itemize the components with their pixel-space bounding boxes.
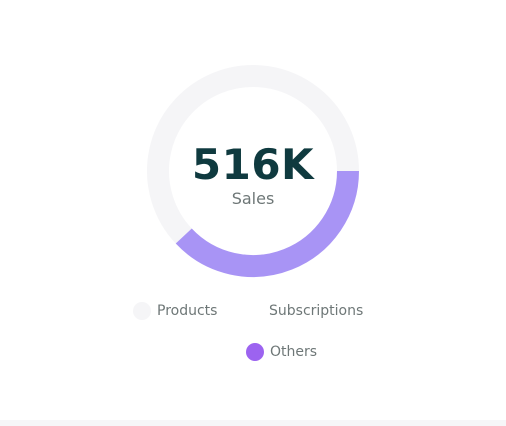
legend-item-others: Others xyxy=(246,341,317,363)
legend-item-products: Products xyxy=(133,300,217,322)
legend-dot-subscriptions xyxy=(245,302,263,320)
donut-chart: 516K Sales Products Subscriptions Others xyxy=(0,0,506,426)
legend-item-subscriptions: Subscriptions xyxy=(245,300,363,322)
legend-dot-products xyxy=(133,302,151,320)
footer-band xyxy=(0,420,506,426)
legend-label-products: Products xyxy=(157,303,218,319)
total-sales-value: 516K xyxy=(191,140,315,189)
legend-label-subscriptions: Subscriptions xyxy=(269,303,364,319)
total-sales-label: Sales xyxy=(231,189,275,208)
legend-dot-others xyxy=(246,343,264,361)
legend-label-others: Others xyxy=(270,344,318,360)
